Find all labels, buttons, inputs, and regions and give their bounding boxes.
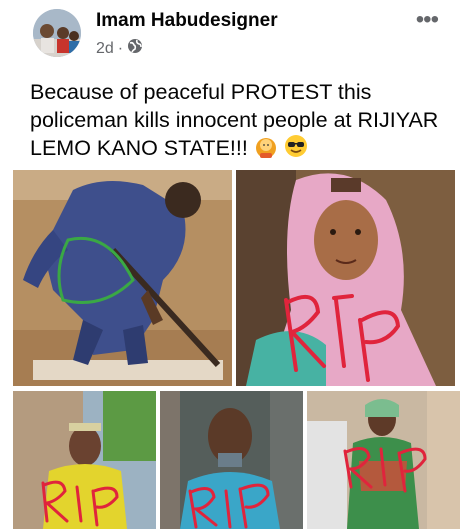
photo-boy-blue-shirt[interactable] <box>160 391 303 529</box>
meta-separator: · <box>117 39 124 57</box>
photo-man-yellow-shirt[interactable] <box>13 391 156 529</box>
more-options-button[interactable]: ••• <box>416 6 439 34</box>
author-name[interactable]: Imam Habudesigner <box>96 10 278 32</box>
post-body-text: Because of peaceful PROTEST this policem… <box>30 80 439 161</box>
author-avatar[interactable] <box>33 9 81 57</box>
photo-girl-pink-hijab[interactable] <box>236 170 455 386</box>
photo-policeman[interactable] <box>13 170 232 386</box>
avatar-image <box>33 9 81 57</box>
woman-with-headscarf-emoji-icon <box>254 134 278 165</box>
photo-woman-green-dress[interactable] <box>307 391 460 529</box>
post-meta: 2d · <box>96 38 143 59</box>
smiling-face-with-sunglasses-emoji-icon <box>284 134 308 165</box>
post-time[interactable]: 2d <box>96 40 114 58</box>
post-text: Because of peaceful PROTEST this policem… <box>30 78 440 165</box>
globe-icon[interactable] <box>127 38 143 59</box>
